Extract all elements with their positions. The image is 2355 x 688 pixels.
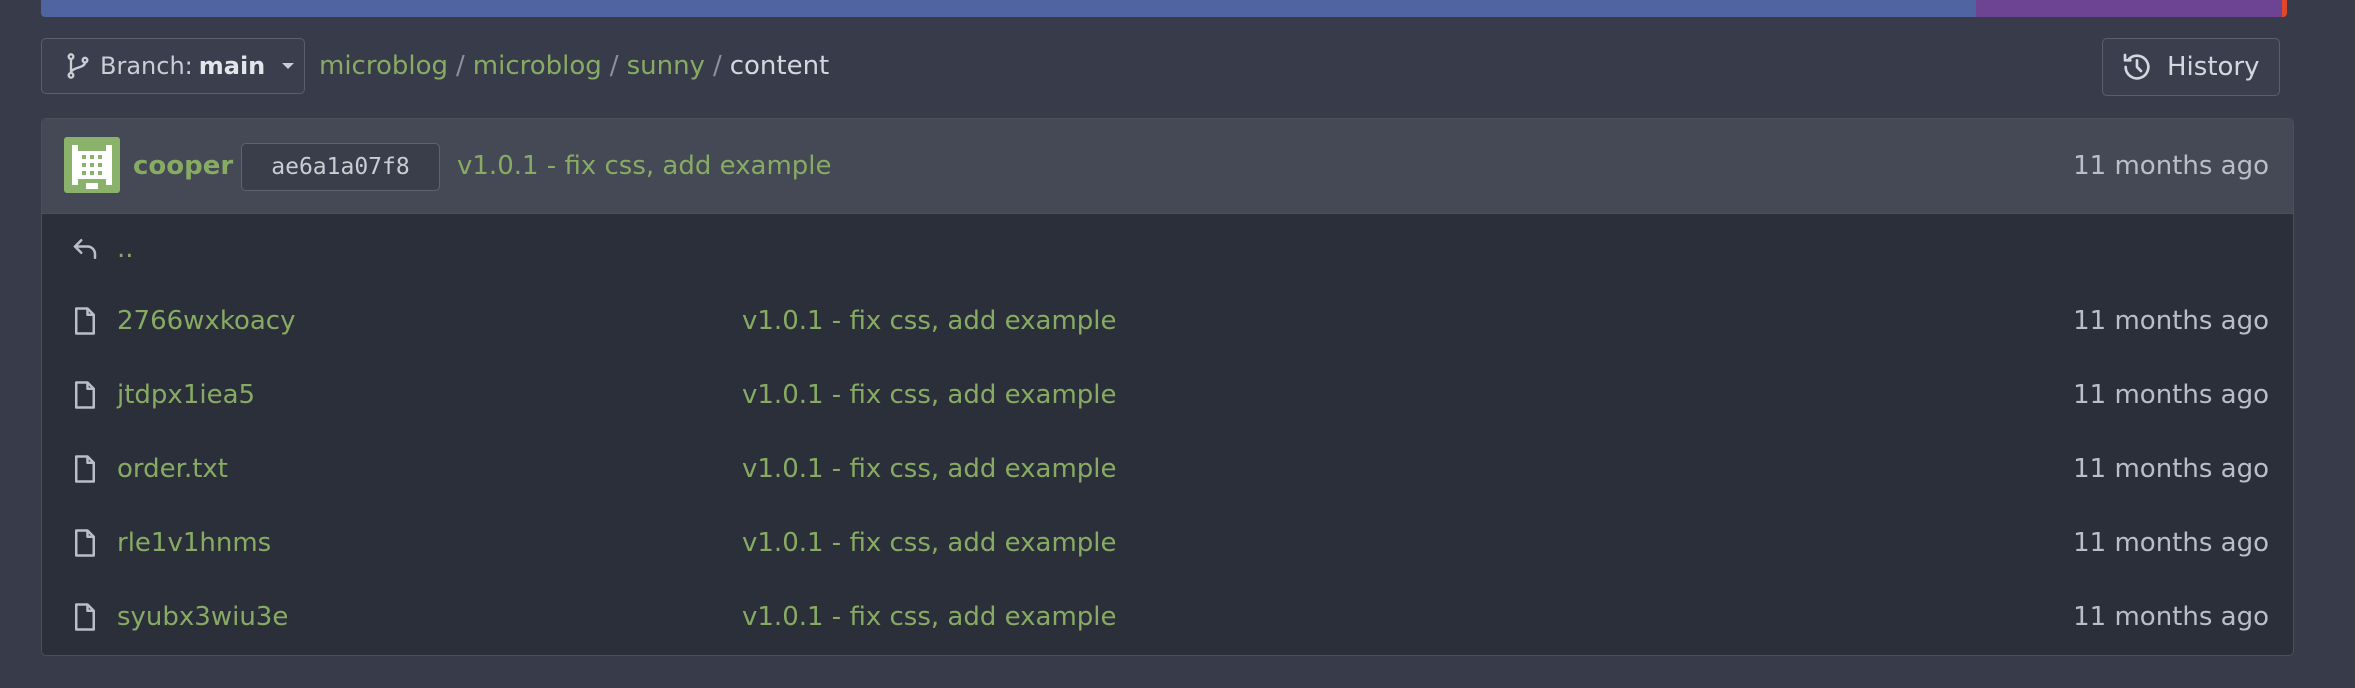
file-name-link[interactable]: syubx3wiu3e <box>117 580 288 654</box>
branch-selector-button[interactable]: Branch: main <box>41 38 305 94</box>
commit-author[interactable]: cooper <box>133 119 233 213</box>
file-list-panel: cooper ae6a1a07f8 v1.0.1 - fix css, add … <box>41 118 2294 656</box>
file-commit-time: 11 months ago <box>2073 602 2269 632</box>
file-name-link[interactable]: jtdpx1iea5 <box>117 358 255 432</box>
file-commit-time: 11 months ago <box>2073 528 2269 558</box>
breadcrumb-link-owner[interactable]: microblog <box>319 51 448 81</box>
file-commit-message[interactable]: v1.0.1 - fix css, add example <box>742 580 1117 654</box>
file-commit-message[interactable]: v1.0.1 - fix css, add example <box>742 284 1117 358</box>
file-icon <box>75 529 95 557</box>
file-row: jtdpx1iea5 v1.0.1 - fix css, add example… <box>42 358 2293 432</box>
file-commit-time: 11 months ago <box>2073 380 2269 410</box>
file-commit-message[interactable]: v1.0.1 - fix css, add example <box>742 506 1117 580</box>
history-icon <box>2123 53 2150 80</box>
parent-directory-row[interactable]: .. <box>42 214 2293 284</box>
file-name-link[interactable]: rle1v1hnms <box>117 506 271 580</box>
file-row: syubx3wiu3e v1.0.1 - fix css, add exampl… <box>42 580 2293 654</box>
breadcrumb: microblog / microblog / sunny / content <box>319 38 829 94</box>
file-commit-time: 11 months ago <box>2073 454 2269 484</box>
history-label: History <box>2167 52 2260 82</box>
branch-name: main <box>198 52 266 80</box>
file-list: .. 2766wxkoacy v1.0.1 - fix css, add exa… <box>42 214 2293 654</box>
language-segment-secondary <box>1976 0 2282 17</box>
file-name-link[interactable]: order.txt <box>117 432 228 506</box>
breadcrumb-link-repo[interactable]: microblog <box>473 51 602 81</box>
reply-arrow-icon <box>73 239 97 259</box>
chevron-down-icon <box>282 63 295 69</box>
file-name-link[interactable]: 2766wxkoacy <box>117 284 295 358</box>
file-commit-time: 11 months ago <box>2073 306 2269 336</box>
commit-sha-button[interactable]: ae6a1a07f8 <box>241 143 440 191</box>
file-icon <box>75 455 95 483</box>
breadcrumb-separator: / <box>609 51 619 81</box>
file-icon <box>75 603 95 631</box>
file-row: rle1v1hnms v1.0.1 - fix css, add example… <box>42 506 2293 580</box>
git-branch-icon <box>67 53 89 79</box>
file-commit-message[interactable]: v1.0.1 - fix css, add example <box>742 432 1117 506</box>
breadcrumb-separator: / <box>712 51 722 81</box>
identicon-icon <box>64 137 120 193</box>
history-button[interactable]: History <box>2102 38 2280 96</box>
avatar[interactable] <box>64 137 120 193</box>
language-segment-tertiary <box>2282 0 2287 17</box>
commit-message[interactable]: v1.0.1 - fix css, add example <box>457 119 832 213</box>
breadcrumb-separator: / <box>456 51 465 81</box>
file-row: 2766wxkoacy v1.0.1 - fix css, add exampl… <box>42 284 2293 358</box>
breadcrumb-link-folder[interactable]: sunny <box>627 51 705 81</box>
parent-directory-link[interactable]: .. <box>117 214 134 284</box>
branch-prefix-label: Branch: <box>100 52 193 80</box>
commit-time: 11 months ago <box>2073 151 2269 181</box>
file-row: order.txt v1.0.1 - fix css, add example … <box>42 432 2293 506</box>
file-icon <box>75 381 95 409</box>
file-commit-message[interactable]: v1.0.1 - fix css, add example <box>742 358 1117 432</box>
file-icon <box>75 307 95 335</box>
latest-commit-header: cooper ae6a1a07f8 v1.0.1 - fix css, add … <box>42 119 2293 214</box>
file-toolbar: Branch: main microblog / microblog / sun… <box>41 38 2288 96</box>
breadcrumb-current: content <box>729 51 830 81</box>
language-segment-primary <box>41 0 1976 17</box>
repo-language-bar <box>41 0 2287 17</box>
